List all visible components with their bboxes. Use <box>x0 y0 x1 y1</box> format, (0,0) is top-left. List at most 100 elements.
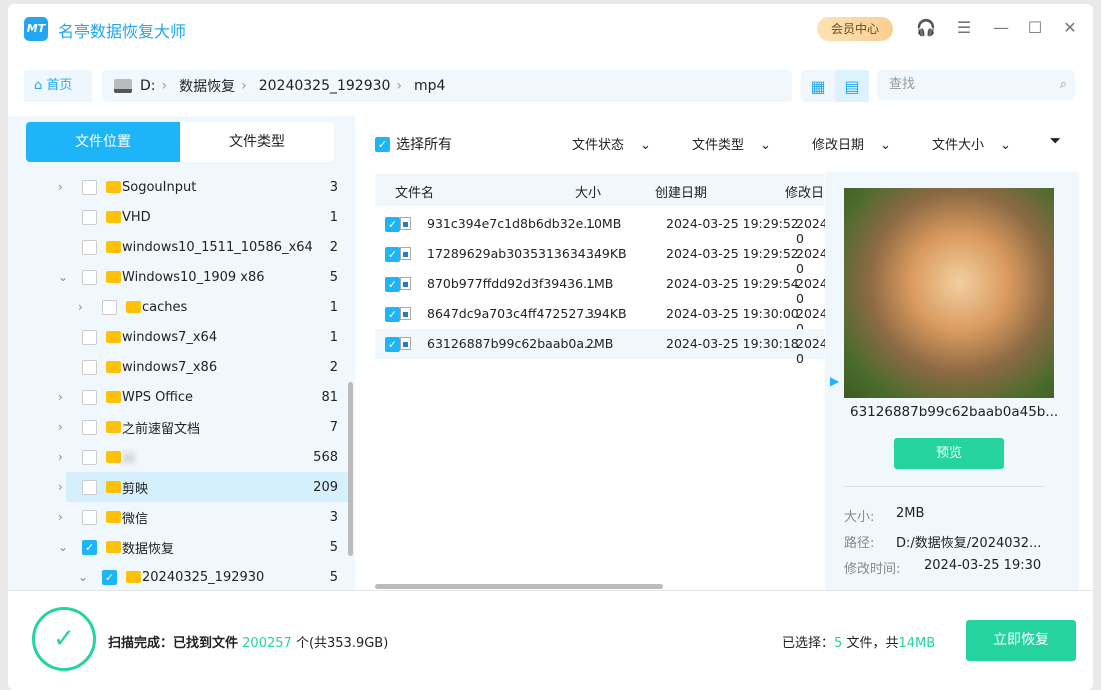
col-modified[interactable]: 修改日 <box>785 182 824 201</box>
tree-item-count: 2 <box>329 359 338 375</box>
maximize-icon[interactable]: ☐ <box>1025 18 1045 38</box>
collapse-arrow-icon[interactable]: ▶ <box>830 374 839 388</box>
select-all-checkbox[interactable]: ✓ 选择所有 <box>375 134 452 154</box>
checkbox[interactable] <box>82 179 97 195</box>
tree-item-label: 之前速留文档 <box>122 421 201 437</box>
minimize-icon[interactable]: — <box>991 18 1011 38</box>
grid-view-icon[interactable]: ▦ <box>801 70 835 102</box>
table-row[interactable]: ✓ 63126887b99c62baab0a... 2MB 2024-03-25… <box>375 329 832 366</box>
table-row[interactable]: ✓ 931c394e7c1d8b6db32e... 10MB 2024-03-2… <box>375 209 832 246</box>
preview-button[interactable]: 预览 <box>894 438 1004 469</box>
tree-item[interactable]: windows7_x86 2 <box>8 352 348 382</box>
tree-item[interactable]: VHD 1 <box>8 202 348 232</box>
checkbox[interactable]: ✓ <box>385 247 400 262</box>
table-row[interactable]: ✓ 870b977ffdd92d3f39436... 1MB 2024-03-2… <box>375 269 832 306</box>
tab-file-type[interactable]: 文件类型 <box>180 122 334 162</box>
tree-item[interactable]: › 之前速留文档 7 <box>8 412 348 442</box>
recover-now-button[interactable]: 立即恢复 <box>966 620 1076 661</box>
checkbox[interactable]: ✓ <box>385 277 400 292</box>
drive-icon <box>114 79 132 93</box>
scan-complete-check-icon: ✓ <box>32 607 96 671</box>
crumb-current[interactable]: mp4 <box>414 78 445 94</box>
folder-icon <box>106 211 121 223</box>
video-file-icon <box>400 307 411 320</box>
home-button[interactable]: ⌂ 首页 <box>24 70 92 102</box>
col-size[interactable]: 大小 <box>575 182 601 201</box>
crumb-drive[interactable]: D: <box>140 78 156 94</box>
chevron-down-icon[interactable]: ⌄ <box>78 570 88 584</box>
checkbox[interactable] <box>82 359 97 375</box>
checkbox[interactable] <box>82 329 97 345</box>
tree-item[interactable]: › caches 1 <box>8 292 348 322</box>
close-icon[interactable]: ✕ <box>1060 18 1080 38</box>
checkbox[interactable]: ✓ <box>385 217 400 232</box>
checkbox[interactable] <box>82 419 97 435</box>
clear-filter-icon[interactable]: ⏷ <box>1050 134 1060 149</box>
chevron-down-icon[interactable]: ⌄ <box>58 270 68 284</box>
col-created[interactable]: 创建日期 <box>655 182 707 201</box>
checkbox[interactable] <box>82 269 97 285</box>
chevron-right-icon[interactable]: › <box>58 180 63 194</box>
folder-icon <box>106 541 121 553</box>
table-row[interactable]: ✓ 17289629ab3035313634... 349KB 2024-03-… <box>375 239 832 276</box>
checkbox[interactable]: ✓ <box>385 337 400 352</box>
chevron-down-icon: ⌄ <box>760 138 771 153</box>
tree-item[interactable]: › WPS Office 81 <box>8 382 348 412</box>
video-file-icon <box>400 337 411 350</box>
file-name: 17289629ab3035313634... <box>427 246 598 261</box>
table-hscrollbar[interactable] <box>375 584 663 589</box>
table-row[interactable]: ✓ 8647dc9a703c4ff472527... 394KB 2024-03… <box>375 299 832 336</box>
chevron-right-icon[interactable]: › <box>78 300 83 314</box>
tab-file-location[interactable]: 文件位置 <box>26 122 180 162</box>
chevron-right-icon[interactable]: › <box>58 450 63 464</box>
tree-item[interactable]: › 兴 568 <box>8 442 348 472</box>
chevron-right-icon[interactable]: › <box>58 480 63 494</box>
tree-item[interactable]: windows7_x64 1 <box>8 322 348 352</box>
vip-center-button[interactable]: 会员中心 <box>817 17 893 41</box>
chevron-right-icon[interactable]: › <box>58 390 63 404</box>
file-size: 10MB <box>586 216 622 231</box>
file-name: 63126887b99c62baab0a... <box>427 336 596 351</box>
video-file-icon <box>400 277 411 290</box>
breadcrumb: D: › 数据恢复 › 20240325_192930 › mp4 <box>102 70 792 102</box>
tree-item[interactable]: › SogouInput 3 <box>8 172 348 202</box>
chevron-right-icon[interactable]: › <box>58 510 63 524</box>
menu-icon[interactable]: ☰ <box>954 18 974 38</box>
checkbox[interactable] <box>82 389 97 405</box>
tree-item-label: 微信 <box>122 511 149 527</box>
checkbox[interactable]: ✓ <box>102 569 117 585</box>
sidebar-scrollbar[interactable] <box>348 382 353 556</box>
filter-file-size[interactable]: 文件大小 ⌄ <box>932 134 1011 153</box>
checkbox[interactable] <box>82 479 97 495</box>
tree-item-label: WPS Office <box>122 389 194 405</box>
checkbox[interactable] <box>102 299 117 315</box>
checkbox[interactable] <box>82 449 97 465</box>
tree-item[interactable]: › 微信 3 <box>8 502 348 532</box>
tree-item[interactable]: › 剪映 209 <box>58 472 348 502</box>
filter-file-type[interactable]: 文件类型 ⌄ <box>692 134 771 153</box>
filter-file-status[interactable]: 文件状态 ⌄ <box>572 134 651 153</box>
chevron-right-icon: › <box>241 78 247 94</box>
checkbox[interactable]: ✓ <box>82 539 97 555</box>
chevron-right-icon[interactable]: › <box>58 420 63 434</box>
search-input[interactable]: 查找 ⌕ <box>877 70 1075 100</box>
support-headset-icon[interactable]: 🎧 <box>916 18 936 38</box>
preview-filename: 63126887b99c62baab0a45b... <box>850 404 1059 420</box>
tree-item[interactable]: ⌄ Windows10_1909 x86 5 <box>8 262 348 292</box>
filter-modified-date[interactable]: 修改日期 ⌄ <box>812 134 891 153</box>
checkbox[interactable] <box>82 239 97 255</box>
col-name[interactable]: 文件名 <box>395 182 434 201</box>
tree-item[interactable]: ⌄ ✓ 数据恢复 5 <box>8 532 348 562</box>
folder-icon <box>106 271 121 283</box>
checkbox[interactable] <box>82 509 97 525</box>
tree-item[interactable]: ⌄ ✓ 20240325_192930 5 <box>8 562 348 592</box>
checkbox[interactable]: ✓ <box>385 307 400 322</box>
tree-item[interactable]: windows10_1511_10586_x64 2 <box>8 232 348 262</box>
folder-icon <box>106 181 121 193</box>
chevron-down-icon[interactable]: ⌄ <box>58 540 68 554</box>
crumb-folder[interactable]: 数据恢复 <box>179 76 235 96</box>
checkbox[interactable] <box>82 209 97 225</box>
crumb-folder[interactable]: 20240325_192930 <box>259 78 391 94</box>
list-view-icon[interactable]: ▤ <box>835 70 869 102</box>
search-icon[interactable]: ⌕ <box>1060 70 1067 100</box>
